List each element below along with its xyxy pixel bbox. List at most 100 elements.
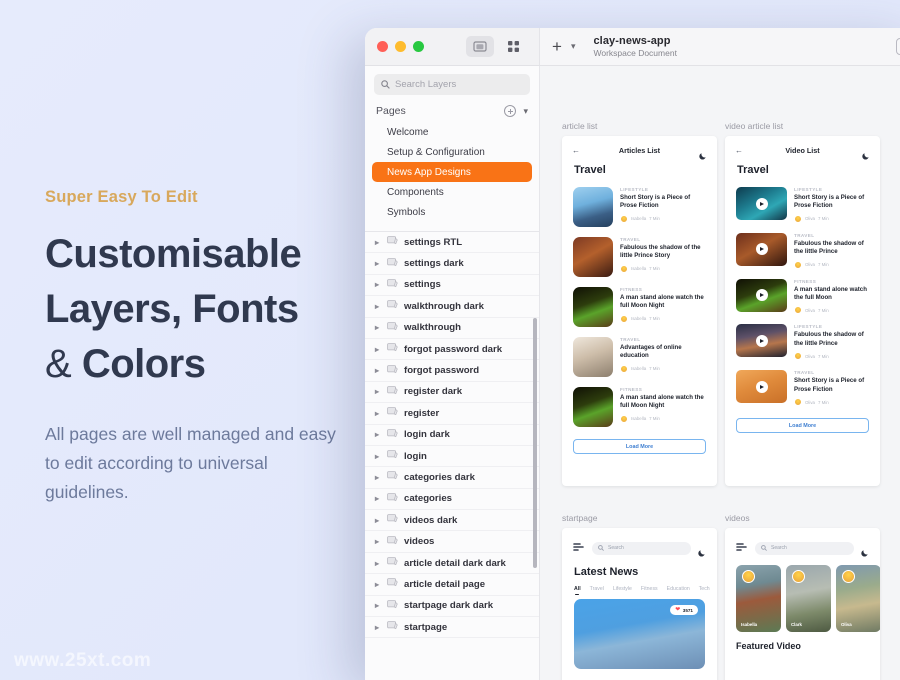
- layer-row[interactable]: ▸ login: [365, 446, 539, 468]
- load-more-button[interactable]: Load More: [573, 439, 706, 454]
- sidebar-page-symbols[interactable]: Symbols: [365, 202, 539, 222]
- grid-view-icon[interactable]: [499, 36, 527, 57]
- play-icon[interactable]: [755, 243, 768, 256]
- chevron-right-icon[interactable]: ▸: [375, 430, 381, 439]
- layer-row[interactable]: ▸ article detail dark dark: [365, 553, 539, 575]
- chevron-right-icon[interactable]: ▸: [375, 516, 381, 525]
- play-icon[interactable]: [755, 197, 768, 210]
- video-card[interactable]: Oliva: [836, 565, 880, 632]
- list-item[interactable]: FITNESS A man stand alone watch the full …: [562, 382, 717, 432]
- view-mode-toggle[interactable]: [466, 36, 527, 57]
- menu-icon[interactable]: [573, 539, 585, 557]
- chevron-right-icon[interactable]: ▸: [375, 559, 381, 568]
- minimize-icon[interactable]: [395, 41, 406, 52]
- list-item[interactable]: FITNESS A man stand alone watch the full …: [725, 274, 880, 320]
- layer-row[interactable]: ▸ categories dark: [365, 467, 539, 489]
- chevron-right-icon[interactable]: ▸: [375, 366, 381, 375]
- play-icon[interactable]: [755, 380, 768, 393]
- sidebar-scrollbar[interactable]: [533, 318, 537, 568]
- chevron-right-icon[interactable]: ▸: [375, 409, 381, 418]
- play-icon[interactable]: [755, 289, 768, 302]
- video-card[interactable]: Isabella: [736, 565, 781, 632]
- close-icon[interactable]: [377, 41, 388, 52]
- category-tabs[interactable]: All Travel Lifestyle Fitness Education Tech: [562, 584, 717, 595]
- layer-row[interactable]: ▸ walkthrough: [365, 318, 539, 339]
- search-input[interactable]: Search: [755, 541, 854, 555]
- diamond-inspect-icon[interactable]: [896, 38, 900, 55]
- search-input[interactable]: Search: [592, 541, 691, 555]
- moon-icon[interactable]: [861, 544, 869, 557]
- layer-row[interactable]: ▸ walkthrough dark: [365, 296, 539, 318]
- chevron-right-icon[interactable]: ▸: [375, 601, 381, 610]
- layer-row[interactable]: ▸ login dark: [365, 425, 539, 446]
- back-arrow-icon[interactable]: ←: [735, 146, 743, 155]
- list-item[interactable]: TRAVEL Advantages of online education Isab…: [562, 332, 717, 382]
- tab-tech[interactable]: Tech: [699, 586, 710, 592]
- chevron-right-icon[interactable]: ▸: [375, 302, 381, 311]
- tab-all[interactable]: All: [574, 586, 581, 595]
- artboard-article-list[interactable]: ← Articles List Travel LIFESTYLE Short St…: [562, 136, 717, 486]
- moon-icon[interactable]: [698, 544, 706, 557]
- chevron-right-icon[interactable]: ▸: [375, 259, 381, 268]
- layer-row[interactable]: ▸ register dark: [365, 382, 539, 404]
- list-item[interactable]: FITNESS A man stand alone watch the full …: [562, 282, 717, 332]
- layer-row[interactable]: ▸ settings RTL: [365, 232, 539, 254]
- chevron-right-icon[interactable]: ▸: [375, 537, 381, 546]
- zoom-icon[interactable]: [413, 41, 424, 52]
- layer-row[interactable]: ▸ forgot password: [365, 360, 539, 382]
- sidebar-page-welcome[interactable]: Welcome: [365, 122, 539, 142]
- layer-row[interactable]: ▸ startpage dark dark: [365, 596, 539, 618]
- add-icon[interactable]: +: [552, 38, 562, 55]
- layer-row[interactable]: ▸ settings: [365, 275, 539, 297]
- design-canvas[interactable]: article list ← Articles List Travel LIFE…: [540, 66, 900, 680]
- layer-row[interactable]: ▸ videos: [365, 531, 539, 553]
- chevron-right-icon[interactable]: ▸: [375, 280, 381, 289]
- chevron-right-icon[interactable]: ▸: [375, 345, 381, 354]
- video-card[interactable]: Clark: [786, 565, 831, 632]
- play-icon[interactable]: [755, 334, 768, 347]
- layer-row[interactable]: ▸ register: [365, 403, 539, 425]
- list-item[interactable]: LIFESTYLE Fabulous the shadow of the litt…: [725, 319, 880, 365]
- chevron-right-icon[interactable]: ▸: [375, 580, 381, 589]
- chevron-right-icon[interactable]: ▸: [375, 623, 381, 632]
- list-item[interactable]: LIFESTYLE Short Story is a Piece of Prose…: [562, 182, 717, 232]
- window-controls[interactable]: [377, 41, 424, 52]
- menu-icon[interactable]: [736, 539, 748, 557]
- layer-row[interactable]: ▸ videos dark: [365, 510, 539, 532]
- chevron-right-icon[interactable]: ▸: [375, 238, 381, 247]
- artboard-startpage[interactable]: Search Latest News All Travel Lifestyle Fit…: [562, 528, 717, 680]
- chevron-down-icon[interactable]: ▾: [571, 41, 576, 52]
- chevron-right-icon[interactable]: ▸: [375, 387, 381, 396]
- layer-row[interactable]: ▸ forgot password dark: [365, 339, 539, 361]
- search-input[interactable]: Search Layers: [374, 74, 530, 95]
- chevron-down-icon[interactable]: ▾: [523, 106, 528, 117]
- chevron-right-icon[interactable]: ▸: [375, 473, 381, 482]
- board-label-article-list[interactable]: article list: [562, 121, 597, 131]
- back-arrow-icon[interactable]: ←: [572, 146, 580, 155]
- add-page-icon[interactable]: [504, 105, 517, 117]
- tab-lifestyle[interactable]: Lifestyle: [613, 586, 632, 592]
- layer-row[interactable]: ▸ settings dark: [365, 253, 539, 275]
- chevron-right-icon[interactable]: ▸: [375, 452, 381, 461]
- layer-row[interactable]: ▸ categories: [365, 489, 539, 511]
- like-badge[interactable]: ❤ 3571: [670, 605, 698, 615]
- canvas-view-icon[interactable]: [466, 36, 494, 57]
- tab-education[interactable]: Education: [667, 586, 690, 592]
- load-more-button[interactable]: Load More: [736, 418, 869, 434]
- list-item[interactable]: TRAVEL Fabulous the shadow of the little …: [562, 232, 717, 282]
- list-item[interactable]: LIFESTYLE Short Story is a Piece of Prose…: [725, 182, 880, 228]
- board-label-startpage[interactable]: startpage: [562, 513, 597, 523]
- layer-row[interactable]: ▸ article detail page: [365, 574, 539, 596]
- chevron-right-icon[interactable]: ▸: [375, 494, 381, 503]
- layer-row[interactable]: ▸ startpage: [365, 617, 539, 639]
- list-item[interactable]: TRAVEL Fabulous the shadow of the little …: [725, 228, 880, 274]
- artboard-videos[interactable]: Search Isabella Clark Oliva Featured Video: [725, 528, 880, 680]
- chevron-right-icon[interactable]: ▸: [375, 323, 381, 332]
- tab-travel[interactable]: Travel: [590, 586, 604, 592]
- board-label-videos[interactable]: videos: [725, 513, 750, 523]
- hero-image[interactable]: ❤ 3571: [574, 599, 705, 669]
- sidebar-page-news-app-designs[interactable]: News App Designs: [372, 162, 532, 182]
- sidebar-page-setup-configuration[interactable]: Setup & Configuration: [365, 142, 539, 162]
- artboard-video-article-list[interactable]: ← Video List Travel LIFESTYLE Short Story…: [725, 136, 880, 486]
- list-item[interactable]: TRAVEL Short Story is a Piece of Prose Fi…: [725, 365, 880, 411]
